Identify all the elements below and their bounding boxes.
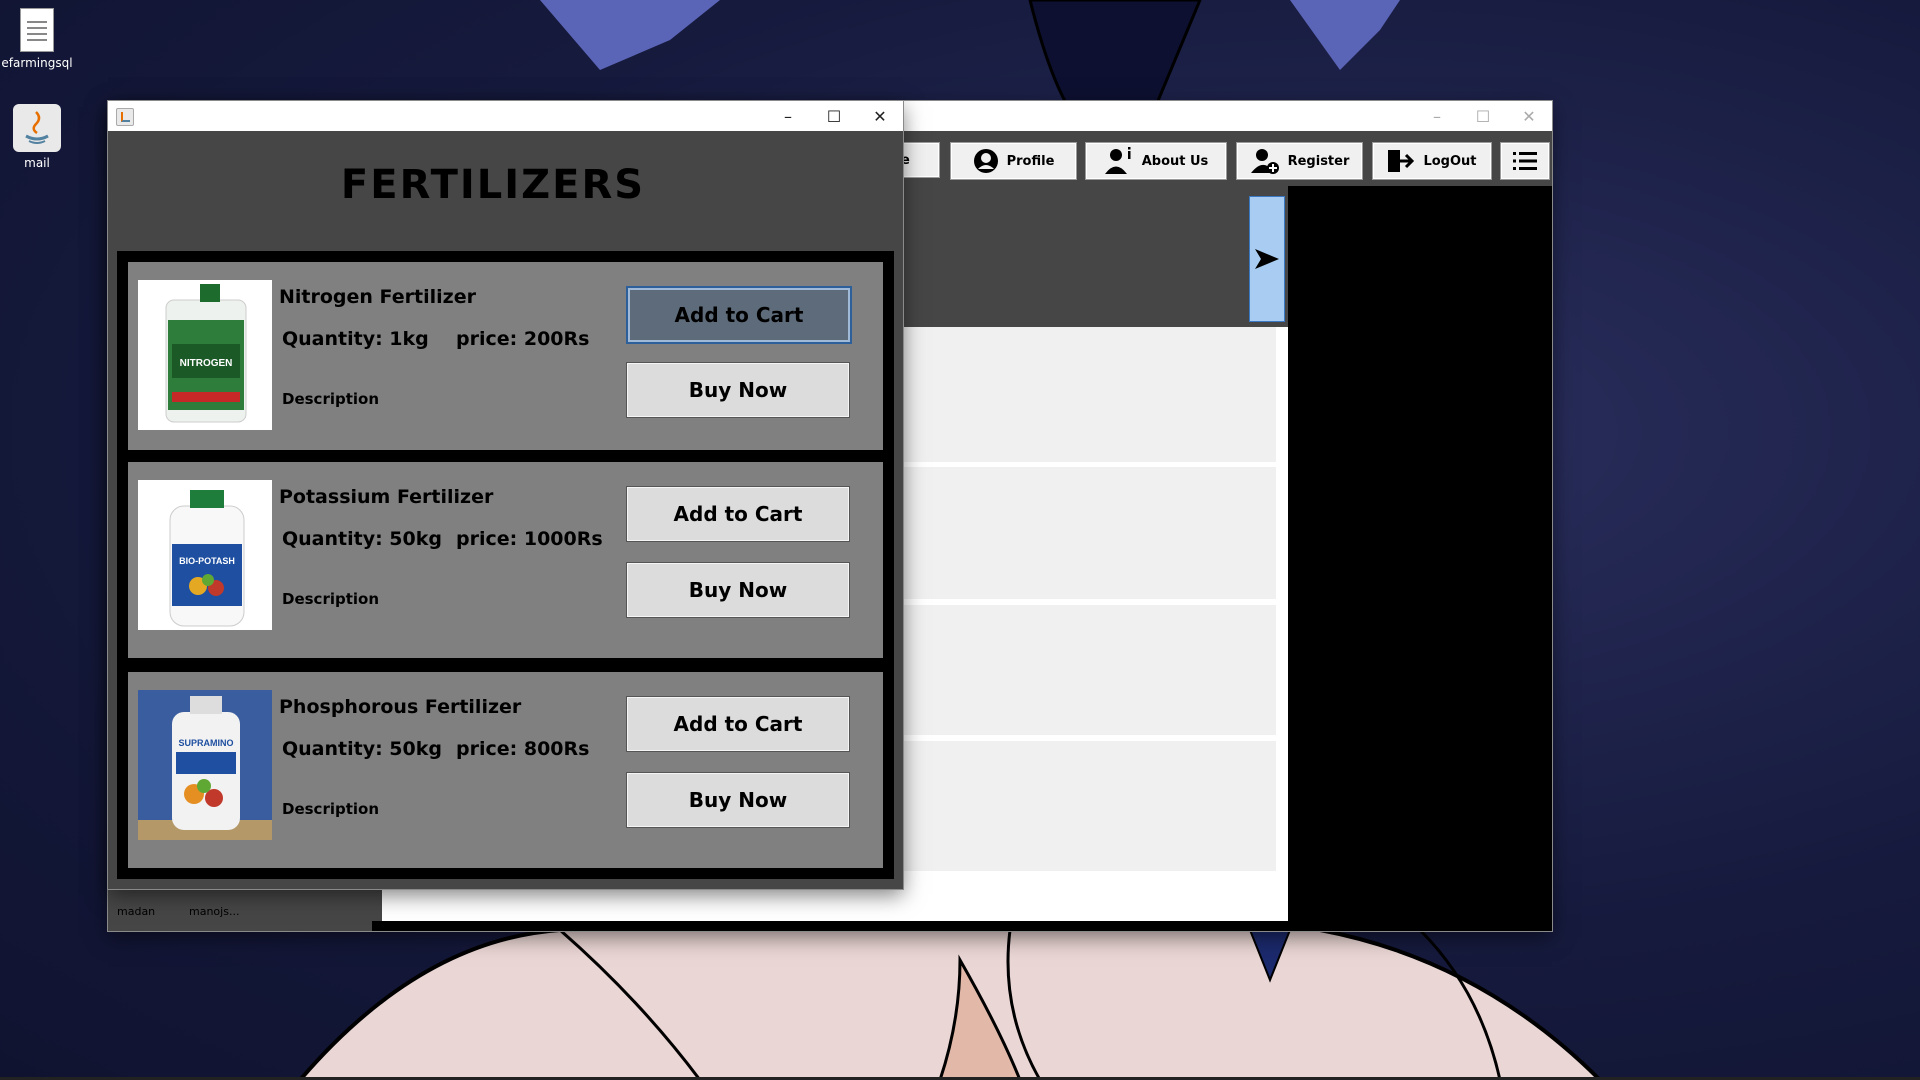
product-price: price: 200Rs	[456, 328, 590, 350]
product-name: Potassium Fertilizer	[279, 486, 494, 508]
product-quantity: Quantity: 50kg	[282, 738, 442, 760]
send-button[interactable]	[1249, 196, 1285, 322]
user-item[interactable]: madan	[117, 905, 155, 918]
product-image: SUPRAMINO	[138, 690, 272, 840]
maximize-icon[interactable]: ☐	[811, 101, 857, 131]
product-description-link[interactable]: Description	[282, 800, 379, 818]
right-black-panel	[1288, 186, 1552, 931]
product-description-link[interactable]: Description	[282, 390, 379, 408]
user-info-icon	[1104, 147, 1131, 174]
minimize-icon[interactable]: –	[765, 101, 811, 131]
logout-button[interactable]: LogOut	[1372, 142, 1492, 180]
product-card: NITROGEN Nitrogen Fertilizer Quantity: 1…	[128, 262, 883, 450]
add-to-cart-button[interactable]: Add to Cart	[626, 286, 852, 344]
desktop-icon-label: mail	[24, 156, 50, 170]
product-name: Phosphorous Fertilizer	[279, 696, 522, 718]
java-app-icon	[116, 108, 134, 126]
desktop-icon-efarmingsql[interactable]: efarmingsql	[0, 8, 74, 70]
add-user-icon	[1250, 149, 1279, 174]
about-us-button[interactable]: About Us	[1085, 142, 1227, 180]
product-name: Nitrogen Fertilizer	[279, 286, 476, 308]
buy-now-button[interactable]: Buy Now	[626, 772, 850, 828]
product-card: BIO-POTASH Potassium Fertilizer Quantity…	[128, 462, 883, 658]
add-to-cart-button[interactable]: Add to Cart	[626, 486, 850, 542]
text-file-icon	[20, 8, 54, 52]
add-to-cart-button[interactable]: Add to Cart	[626, 696, 850, 752]
minimize-icon[interactable]: –	[1414, 101, 1460, 131]
user-icon	[973, 149, 998, 173]
image-label: NITROGEN	[180, 358, 233, 369]
users-sidebar: madan manojs...	[108, 891, 372, 931]
menu-button[interactable]	[1500, 142, 1550, 180]
maximize-icon[interactable]: ☐	[1460, 101, 1506, 131]
user-item[interactable]: manojs...	[189, 905, 239, 918]
close-icon[interactable]: ✕	[857, 101, 903, 131]
product-image: NITROGEN	[138, 280, 272, 430]
product-card: SUPRAMINO Phosphorous Fertilizer Quantit…	[128, 672, 883, 868]
product-description-link[interactable]: Description	[282, 590, 379, 608]
product-price: price: 800Rs	[456, 738, 590, 760]
send-arrow-icon	[1255, 249, 1279, 269]
product-price: price: 1000Rs	[456, 528, 603, 550]
register-button[interactable]: Register	[1236, 142, 1363, 180]
desktop-icon-label: efarmingsql	[1, 56, 73, 70]
product-image: BIO-POTASH	[138, 480, 272, 630]
desktop-icon-mail[interactable]: mail	[0, 104, 74, 170]
page-title: FERTILIZERS	[340, 162, 646, 208]
list-icon	[1513, 152, 1537, 170]
buy-now-button[interactable]: Buy Now	[626, 562, 850, 618]
profile-button[interactable]: Profile	[950, 142, 1077, 180]
image-label: BIO-POTASH	[179, 556, 235, 566]
fertilizers-window-titlebar: – ☐ ✕	[108, 101, 903, 131]
buy-now-button[interactable]: Buy Now	[626, 362, 850, 418]
product-quantity: Quantity: 50kg	[282, 528, 442, 550]
logout-icon	[1388, 150, 1415, 172]
product-quantity: Quantity: 1kg	[282, 328, 429, 350]
bottom-black-bar	[372, 921, 1552, 931]
java-icon	[13, 104, 61, 152]
image-label: SUPRAMINO	[178, 738, 233, 748]
close-icon[interactable]: ✕	[1506, 101, 1552, 131]
